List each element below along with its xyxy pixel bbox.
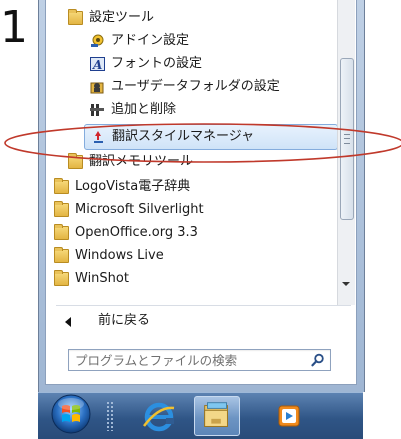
folder-icon	[54, 270, 69, 286]
program-label: OpenOffice.org 3.3	[75, 225, 198, 240]
program-label: Windows Live	[75, 248, 164, 263]
taskbar-button-internet-explorer[interactable]	[136, 396, 182, 436]
search-icon[interactable]	[311, 353, 325, 367]
back-arrow-icon	[65, 317, 71, 327]
folder-icon	[54, 178, 69, 194]
folder-icon	[68, 153, 83, 169]
program-label: 追加と削除	[111, 102, 177, 117]
search-box[interactable]	[68, 349, 331, 371]
program-label: LogoVista電子辞典	[75, 179, 191, 194]
program-label: 翻訳スタイルマネージャ	[112, 129, 255, 144]
scroll-down-arrow-icon[interactable]	[342, 282, 350, 286]
media-player-icon	[278, 405, 300, 427]
search-input[interactable]	[69, 350, 305, 370]
taskbar-button-windows-explorer[interactable]	[194, 396, 240, 436]
font-settings-icon: A	[90, 57, 105, 71]
program-label: 設定ツール	[89, 10, 155, 25]
svg-text:A: A	[92, 58, 102, 71]
program-label: WinShot	[75, 271, 129, 286]
menu-separator	[56, 305, 351, 306]
program-label: 翻訳メモリツール	[89, 154, 194, 169]
internet-explorer-icon	[143, 402, 175, 432]
taskbar-button-media-player[interactable]	[266, 396, 312, 436]
program-label: ユーザデータフォルダの設定	[111, 79, 280, 94]
back-button[interactable]: 前に戻る	[46, 309, 337, 333]
screenshot-stage: 1 設定ツール アドイン設定 A フォントの設定 ユーザデータフォルダの設定 追…	[0, 0, 401, 439]
step-number-label: 1	[0, 2, 28, 53]
program-label: Microsoft Silverlight	[75, 202, 204, 217]
translation-style-manager-icon	[94, 131, 103, 143]
start-orb-button[interactable]	[50, 393, 92, 435]
folder-icon	[54, 224, 69, 240]
program-item-translation-style-manager[interactable]: 翻訳スタイルマネージャ	[84, 124, 338, 150]
program-label: フォントの設定	[111, 56, 203, 71]
scrollbar-thumb[interactable]	[340, 58, 354, 220]
taskbar-grip-icon	[106, 401, 114, 431]
program-list-scrollbar[interactable]	[337, 0, 355, 305]
addin-settings-icon	[91, 34, 104, 47]
scrollbar-grip-icon	[344, 134, 350, 144]
folder-icon	[54, 201, 69, 217]
folder-icon	[54, 247, 69, 263]
add-remove-icon	[90, 104, 104, 116]
user-data-folder-icon	[90, 82, 104, 94]
program-label: アドイン設定	[111, 33, 190, 48]
folder-library-icon	[204, 402, 228, 427]
program-list: 設定ツール アドイン設定 A フォントの設定 ユーザデータフォルダの設定 追加と…	[46, 0, 338, 305]
back-label: 前に戻る	[98, 313, 151, 328]
folder-icon	[68, 9, 83, 25]
start-menu-panel: 設定ツール アドイン設定 A フォントの設定 ユーザデータフォルダの設定 追加と…	[45, 0, 357, 385]
